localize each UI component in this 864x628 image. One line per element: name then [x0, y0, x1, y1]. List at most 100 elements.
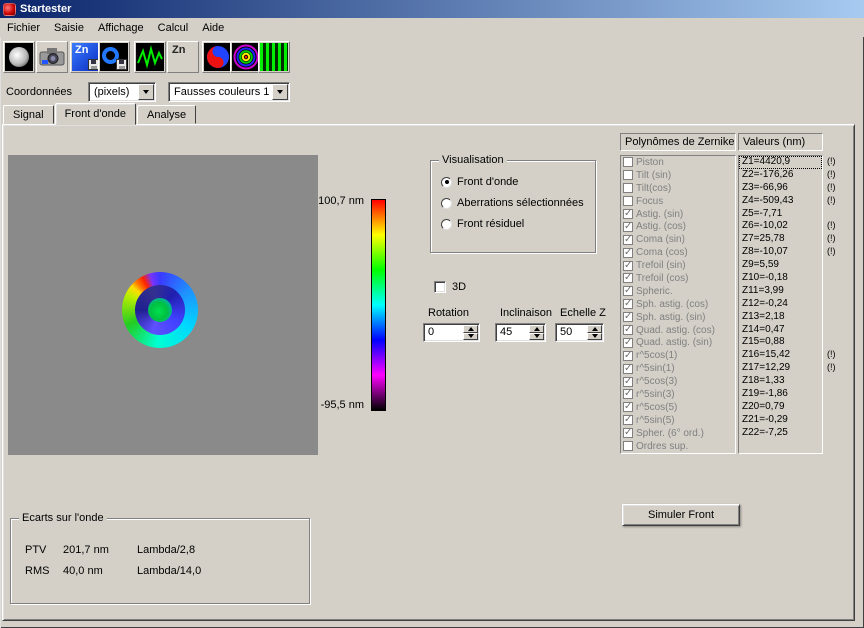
zernike-term-row[interactable]: Trefoil (cos)	[621, 272, 735, 285]
zernike-term-row[interactable]: r^5sin(3)	[621, 388, 735, 401]
zernike-term-row[interactable]: Astig. (cos)	[621, 220, 735, 233]
zernike-term-row[interactable]: r^5sin(5)	[621, 414, 735, 427]
zernike-value-row[interactable]: Z19=-1,86	[739, 388, 822, 401]
zernike-term-row[interactable]: Spheric.	[621, 285, 735, 298]
spinner-down-button[interactable]	[587, 332, 602, 340]
zernike-term-row[interactable]: r^5cos(3)	[621, 375, 735, 388]
zernike-term-row[interactable]: Sph. astig. (sin)	[621, 311, 735, 324]
zernike-term-row[interactable]: Focus	[621, 195, 735, 208]
zernike-term-row[interactable]: Astig. (sin)	[621, 208, 735, 221]
zernike-value-row[interactable]: Z22=-7,25	[739, 427, 822, 440]
menu-item[interactable]: Aide	[195, 20, 231, 36]
zernike-term-checkbox[interactable]	[623, 324, 633, 336]
zernike-term-row[interactable]: Ordres sup.	[621, 440, 735, 453]
zernike-value-row[interactable]	[739, 440, 822, 453]
coordinates-select[interactable]: (pixels)	[88, 82, 156, 102]
zernike-term-row[interactable]: Coma (cos)	[621, 246, 735, 259]
zernike-value-row[interactable]: Z20=0,79	[739, 401, 822, 414]
tab[interactable]: Signal	[3, 105, 54, 124]
zernike-value-row[interactable]: Z11=3,99	[739, 285, 822, 298]
menu-item[interactable]: Calcul	[151, 20, 196, 36]
zernike-term-checkbox[interactable]	[623, 247, 633, 258]
zernike-term-checkbox[interactable]	[623, 170, 633, 181]
simulate-front-button[interactable]: Simuler Front	[622, 504, 740, 526]
zernike-term-row[interactable]: Quad. astig. (sin)	[621, 336, 735, 349]
zernike-term-checkbox[interactable]	[623, 376, 633, 387]
dropdown-button[interactable]	[138, 84, 154, 100]
zernike-value-row[interactable]: Z17=12,29	[739, 362, 822, 375]
zernike-term-row[interactable]: r^5cos(1)	[621, 349, 735, 362]
spinner-input[interactable]: 0	[423, 323, 480, 342]
zernike-term-checkbox[interactable]	[623, 157, 633, 168]
menu-item[interactable]: Saisie	[47, 20, 91, 36]
zernike-term-checkbox[interactable]	[623, 208, 633, 219]
zernike-term-checkbox[interactable]	[623, 427, 633, 439]
zernike-value-row[interactable]: Z10=-0,18	[739, 272, 822, 285]
zernike-term-row[interactable]: Quad. astig. (cos)	[621, 324, 735, 337]
zernike-term-row[interactable]: Trefoil (sin)	[621, 259, 735, 272]
zernike-value-row[interactable]: Z8=-10,07	[739, 246, 822, 259]
spinner-input[interactable]: 45	[495, 323, 546, 342]
zernike-term-checkbox[interactable]	[623, 441, 633, 452]
zernike-term-checkbox[interactable]	[623, 285, 633, 297]
zernike-term-row[interactable]: Tilt(cos)	[621, 182, 735, 195]
zernike-term-row[interactable]: Sph. astig. (cos)	[621, 298, 735, 311]
zernike-value-row[interactable]: Z14=0,47	[739, 324, 822, 337]
zernike-value-row[interactable]: Z13=2,18	[739, 311, 822, 324]
zernike-term-checkbox[interactable]	[623, 363, 633, 374]
visualisation-option[interactable]: Front résiduel	[441, 218, 595, 230]
spinner-down-button[interactable]	[463, 332, 478, 340]
spinner-down-button[interactable]	[529, 332, 544, 340]
spinner-input[interactable]: 50	[555, 323, 604, 342]
spinner-up-button[interactable]	[587, 325, 602, 333]
zernike-value-row[interactable]: Z21=-0,29	[739, 414, 822, 427]
zernike-value-row[interactable]: Z2=-176,26	[739, 169, 822, 182]
zernike-value-row[interactable]: Z1=4420,9	[739, 156, 822, 169]
tab[interactable]: Front d'onde	[54, 103, 136, 125]
zernike-value-row[interactable]: Z3=-66,96	[739, 182, 822, 195]
zernike-term-row[interactable]: r^5cos(5)	[621, 401, 735, 414]
zernike-term-row[interactable]: r^5sin(1)	[621, 362, 735, 375]
zernike-term-row[interactable]: Tilt (sin)	[621, 169, 735, 182]
zernike-term-checkbox[interactable]	[623, 234, 633, 245]
wavefront-display[interactable]	[8, 155, 318, 455]
zernike-table-button[interactable]: Zn	[167, 41, 199, 73]
zernike-term-checkbox[interactable]	[623, 350, 633, 361]
zernike-term-checkbox[interactable]	[623, 401, 633, 413]
fringes-button[interactable]	[258, 41, 290, 73]
save-image-button[interactable]	[98, 41, 130, 73]
signal-profile-button[interactable]	[134, 41, 166, 73]
zernike-term-checkbox[interactable]	[623, 337, 633, 348]
zernike-value-row[interactable]: Z16=15,42	[739, 349, 822, 362]
zernike-term-checkbox[interactable]	[623, 414, 633, 426]
zernike-value-row[interactable]: Z15=0,88	[739, 336, 822, 349]
menu-item[interactable]: Affichage	[91, 20, 151, 36]
spinner-up-button[interactable]	[463, 325, 478, 333]
zernike-value-row[interactable]: Z7=25,78	[739, 233, 822, 246]
zernike-term-row[interactable]: Spher. (6° ord.)	[621, 427, 735, 440]
zernike-value-row[interactable]: Z4=-509,43	[739, 195, 822, 208]
visualisation-option[interactable]: Aberrations sélectionnées	[441, 197, 595, 209]
zernike-value-row[interactable]: Z12=-0,24	[739, 298, 822, 311]
zernike-value-row[interactable]: Z9=5,59	[739, 259, 822, 272]
zernike-term-checkbox[interactable]	[623, 196, 633, 207]
zernike-term-row[interactable]: Coma (sin)	[621, 233, 735, 246]
palette-select[interactable]: Fausses couleurs 1	[168, 82, 290, 102]
tab[interactable]: Analyse	[137, 105, 197, 124]
zernike-term-checkbox[interactable]	[623, 388, 633, 400]
zernike-value-row[interactable]: Z18=1,33	[739, 375, 822, 388]
zernike-term-checkbox[interactable]	[623, 298, 633, 310]
zernike-term-checkbox[interactable]	[623, 311, 633, 323]
spinner-up-button[interactable]	[529, 325, 544, 333]
dropdown-button[interactable]	[272, 84, 288, 100]
zernike-term-checkbox[interactable]	[623, 221, 633, 232]
zernike-term-row[interactable]: Piston	[621, 156, 735, 169]
zernike-value-row[interactable]: Z6=-10,02	[739, 220, 822, 233]
white-light-button[interactable]	[3, 41, 35, 73]
camera-acquisition-button[interactable]	[36, 41, 68, 73]
visualisation-option[interactable]: Front d'onde	[441, 176, 595, 188]
zernike-term-checkbox[interactable]	[623, 272, 633, 284]
zernike-term-checkbox[interactable]	[623, 260, 633, 271]
zernike-value-row[interactable]: Z5=-7,71	[739, 208, 822, 221]
zernike-term-checkbox[interactable]	[623, 183, 633, 194]
